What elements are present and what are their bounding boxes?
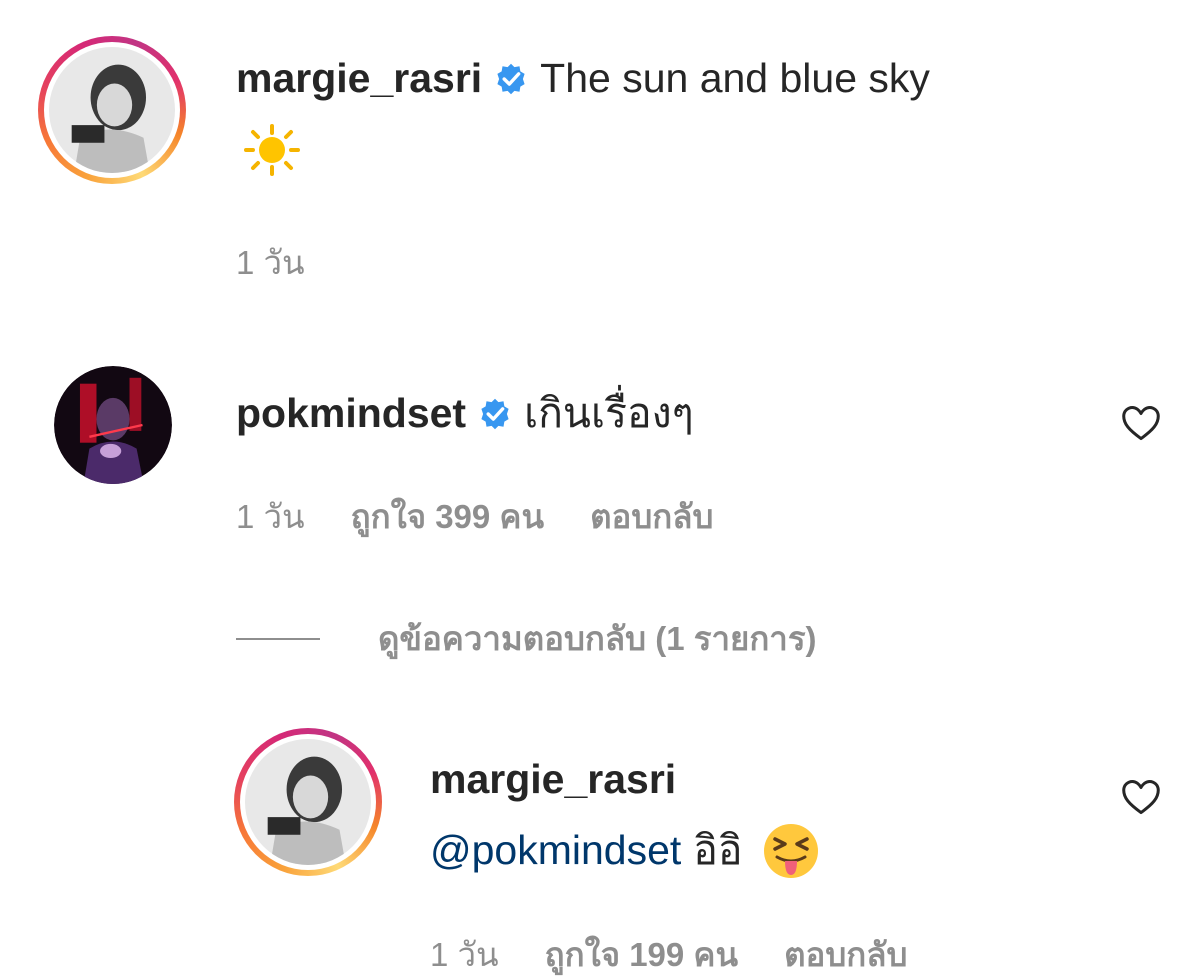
reply-username-line: margie_rasri bbox=[430, 756, 676, 803]
like-heart-icon[interactable] bbox=[1120, 404, 1162, 442]
reply-time: 1 วัน bbox=[430, 936, 499, 973]
comment-2-meta: 1 วัน ถูกใจ 399 คน ตอบกลับ bbox=[236, 490, 713, 543]
avatar-margie-rasri-reply[interactable] bbox=[234, 728, 382, 876]
comment-2-line: pokmindset เกินเรื่องๆ bbox=[236, 381, 694, 446]
view-replies-label: ดูข้อความตอบกลับ (1 รายการ) bbox=[378, 620, 817, 657]
comment-username[interactable]: margie_rasri bbox=[236, 55, 482, 102]
avatar-pokmindset[interactable] bbox=[54, 366, 172, 484]
comment-username[interactable]: pokmindset bbox=[236, 390, 466, 437]
comment-1-meta: 1 วัน bbox=[236, 236, 305, 289]
avatar-photo bbox=[245, 739, 371, 865]
comment-1-line: margie_rasri The sun and blue sky bbox=[236, 55, 930, 102]
reply-text: อิอิ bbox=[693, 827, 743, 873]
squinting-tongue-emoji bbox=[763, 823, 818, 878]
mention-link[interactable]: @pokmindset bbox=[430, 827, 681, 874]
comment-time: 1 วัน bbox=[236, 244, 305, 281]
verified-badge-icon bbox=[481, 398, 509, 429]
reply-button[interactable]: ตอบกลับ bbox=[784, 928, 907, 979]
likes-count[interactable]: ถูกใจ 199 คน bbox=[545, 928, 738, 979]
reply-text-line: @pokmindset อิอิ bbox=[430, 818, 821, 883]
avatar-photo bbox=[49, 47, 175, 173]
likes-count[interactable]: ถูกใจ 399 คน bbox=[351, 490, 544, 543]
reply-username[interactable]: margie_rasri bbox=[430, 756, 676, 803]
reply-button[interactable]: ตอบกลับ bbox=[590, 490, 713, 543]
comment-text: เกินเรื่องๆ bbox=[524, 390, 694, 436]
like-heart-icon[interactable] bbox=[1120, 778, 1162, 816]
view-replies-button[interactable]: ดูข้อความตอบกลับ (1 รายการ) bbox=[236, 612, 817, 665]
divider bbox=[236, 637, 320, 640]
reply-meta: 1 วัน ถูกใจ 199 คน ตอบกลับ bbox=[430, 928, 907, 979]
sun-emoji bbox=[244, 124, 300, 176]
comment-time: 1 วัน bbox=[236, 498, 305, 535]
verified-badge-icon bbox=[497, 63, 525, 94]
comment-text: The sun and blue sky bbox=[540, 55, 930, 101]
avatar-margie-rasri[interactable] bbox=[38, 36, 186, 184]
